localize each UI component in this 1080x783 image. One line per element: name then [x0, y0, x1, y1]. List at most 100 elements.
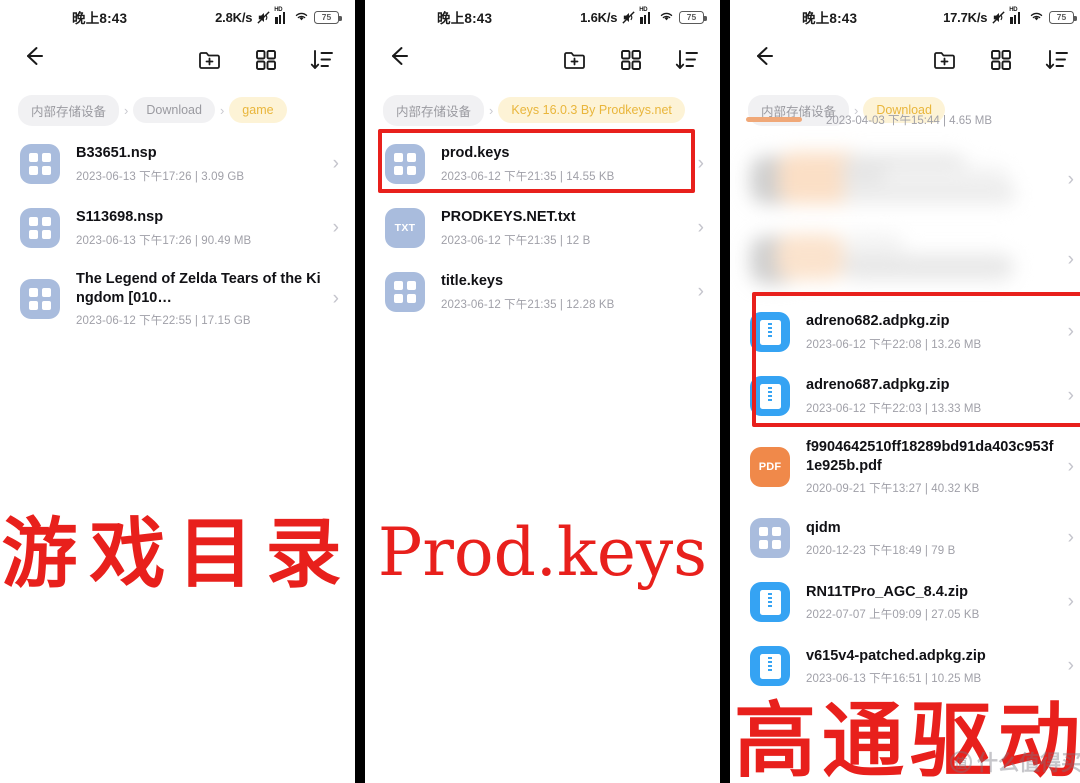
zip-file-icon: [750, 646, 790, 687]
chevron-right-icon[interactable]: ›: [1068, 456, 1074, 478]
status-time: 晚上8:43: [72, 11, 128, 26]
status-time: 晚上8:43: [802, 11, 858, 26]
list-item[interactable]: The Legend of Zelda Tears of the Kingdom…: [0, 260, 355, 338]
file-name: prod.keys: [441, 145, 510, 162]
status-time: 晚上8:43: [437, 11, 493, 26]
wifi-icon: [293, 9, 310, 25]
back-arrow-icon[interactable]: [20, 43, 54, 77]
file-name: title.keys: [441, 273, 504, 290]
file-name: B33651.nsp: [76, 145, 157, 162]
list-item[interactable]: title.keys 2023-06-12 下午21:35 | 12.28 KB…: [365, 260, 720, 324]
watermark-logo-icon: 值: [950, 751, 972, 773]
status-bar: 晚上8:43 1.6K/s HD 75: [365, 0, 720, 34]
list-item[interactable]: RN11TPro_AGC_8.4.zip 2022-07-07 上午09:09 …: [730, 570, 1080, 634]
panel-divider: [355, 0, 365, 783]
zip-file-icon: [750, 312, 790, 352]
mute-icon: [621, 10, 636, 25]
file-name: PRODKEYS.NET.txt: [441, 209, 576, 226]
chevron-right-icon: ›: [219, 102, 225, 118]
file-name: adreno687.adpkg.zip: [806, 377, 950, 394]
chevron-right-icon[interactable]: ›: [1068, 655, 1074, 677]
annotation-caption: 高通驱动: [733, 693, 1080, 783]
file-name: qidm: [806, 519, 841, 536]
breadcrumb-item-1[interactable]: Download: [133, 97, 215, 123]
breadcrumb-item-0[interactable]: 内部存储设备: [383, 94, 485, 126]
file-meta: 2023-06-13 下午16:51 | 10.25 MB: [806, 672, 982, 685]
network-speed: 1.6K/s: [580, 9, 618, 25]
battery-level: 75: [1056, 12, 1067, 22]
battery-level: 75: [321, 12, 332, 22]
status-bar: 晚上8:43 17.7K/s HD 75: [730, 0, 1080, 34]
chevron-right-icon[interactable]: ›: [333, 153, 339, 175]
list-item[interactable]: B33651.nsp 2023-06-13 下午17:26 | 3.09 GB …: [0, 132, 355, 196]
list-item[interactable]: adreno687.adpkg.zip 2023-06-12 下午22:03 |…: [730, 364, 1080, 428]
list-item[interactable]: prod.keys 2023-06-12 下午21:35 | 14.55 KB …: [365, 132, 720, 196]
wifi-icon: [1028, 9, 1045, 25]
screen-panel-1: 晚上8:43 2.8K/s HD 75 内部存储设备 › Download › …: [0, 0, 355, 783]
chevron-right-icon[interactable]: ›: [1068, 527, 1074, 549]
chevron-right-icon[interactable]: ›: [333, 217, 339, 239]
grid-view-icon[interactable]: [253, 47, 279, 73]
hd-label: HD: [639, 6, 648, 13]
list-item-censored[interactable]: ›: [730, 140, 1080, 220]
zip-file-icon: [750, 582, 790, 623]
chevron-right-icon[interactable]: ›: [333, 288, 339, 310]
file-meta: 2023-06-13 下午17:26 | 90.49 MB: [76, 234, 252, 247]
breadcrumb: 内部存储设备 › Keys 16.0.3 By Prodkeys.net: [365, 86, 720, 126]
list-item[interactable]: S113698.nsp 2023-06-13 下午17:26 | 90.49 M…: [0, 196, 355, 260]
chevron-right-icon[interactable]: ›: [1068, 591, 1074, 613]
list-item[interactable]: v615v4-patched.adpkg.zip 2023-06-13 下午16…: [730, 634, 1080, 698]
sort-icon[interactable]: [674, 47, 700, 73]
back-arrow-icon[interactable]: [750, 43, 784, 77]
file-meta: 2023-06-12 下午21:35 | 12.28 KB: [441, 298, 615, 311]
folder-icon: [20, 208, 60, 248]
sort-icon[interactable]: [1044, 47, 1070, 73]
folder-icon: [385, 144, 425, 184]
chevron-right-icon[interactable]: ›: [698, 217, 704, 239]
sort-icon[interactable]: [309, 47, 335, 73]
breadcrumb-item-0[interactable]: 内部存储设备: [18, 94, 120, 126]
network-speed: 17.7K/s: [943, 9, 988, 25]
breadcrumb-item-2[interactable]: game: [229, 97, 287, 123]
new-folder-icon[interactable]: [197, 47, 223, 73]
back-arrow-icon[interactable]: [385, 43, 419, 77]
chevron-right-icon[interactable]: ›: [1068, 385, 1074, 407]
grid-view-icon[interactable]: [618, 47, 644, 73]
chevron-right-icon[interactable]: ›: [1068, 169, 1074, 191]
list-item[interactable]: adreno682.adpkg.zip 2023-06-12 下午22:08 |…: [730, 300, 1080, 364]
zip-file-icon: [750, 376, 790, 416]
annotation-caption: 游戏目录: [1, 509, 354, 598]
file-name: RN11TPro_AGC_8.4.zip: [806, 583, 968, 600]
file-name: S113698.nsp: [76, 209, 164, 226]
folder-icon: [385, 272, 425, 312]
chevron-right-icon: ›: [489, 102, 494, 118]
status-bar: 晚上8:43 2.8K/s HD 75: [0, 0, 355, 34]
scroll-artifact-bar: [746, 117, 802, 122]
chevron-right-icon[interactable]: ›: [698, 153, 704, 175]
battery-icon: 75: [679, 10, 707, 24]
panel-divider: [720, 0, 730, 783]
list-item-censored[interactable]: ›: [730, 220, 1080, 300]
folder-icon: [750, 518, 790, 559]
chevron-right-icon[interactable]: ›: [698, 281, 704, 303]
list-item[interactable]: PDF f9904642510ff18289bd91da403c953f1e92…: [730, 428, 1080, 506]
chevron-right-icon[interactable]: ›: [1068, 321, 1074, 343]
signal-hd-icon: HD: [274, 7, 289, 24]
file-meta: 2023-06-12 下午21:35 | 12 B: [441, 234, 591, 247]
new-folder-icon[interactable]: [562, 47, 588, 73]
grid-view-icon[interactable]: [988, 47, 1014, 73]
scrolled-file-meta: 2023-04-03 下午15:44 | 4.65 MB: [826, 115, 993, 127]
chevron-right-icon[interactable]: ›: [1068, 249, 1074, 271]
file-meta: 2023-06-13 下午17:26 | 3.09 GB: [76, 170, 245, 183]
list-item[interactable]: qidm 2020-12-23 下午18:49 | 79 B ›: [730, 506, 1080, 570]
status-icons: 1.6K/s HD 75: [580, 6, 707, 25]
watermark-text: 什么值得买: [977, 752, 1080, 775]
wifi-icon: [658, 9, 675, 25]
screen-panel-2: 晚上8:43 1.6K/s HD 75 内部存储设备 › Keys 16.0.3…: [365, 0, 720, 783]
blurred-content: [750, 152, 1060, 208]
pdf-file-icon: PDF: [750, 447, 790, 488]
breadcrumb-item-1[interactable]: Keys 16.0.3 By Prodkeys.net: [498, 97, 685, 123]
toolbar: [730, 34, 1080, 86]
list-item[interactable]: TXT PRODKEYS.NET.txt 2023-06-12 下午21:35 …: [365, 196, 720, 260]
new-folder-icon[interactable]: [932, 47, 958, 73]
